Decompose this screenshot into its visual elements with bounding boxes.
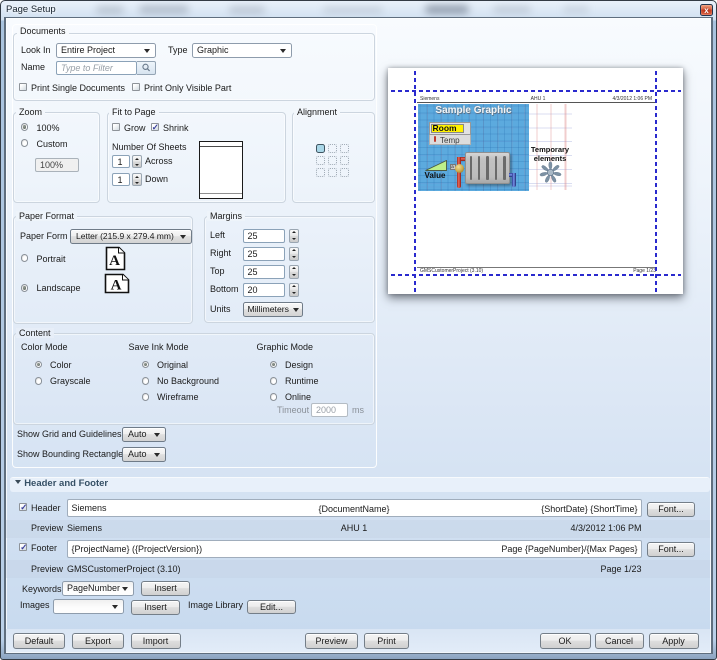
svg-text:A: A <box>111 278 122 294</box>
svg-text:A: A <box>109 253 120 269</box>
